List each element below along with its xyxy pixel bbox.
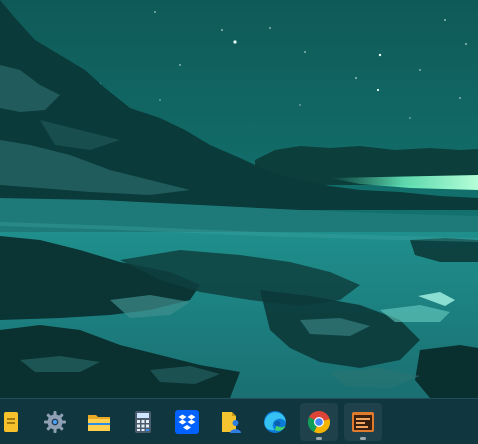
- running-indicator: [316, 437, 322, 440]
- user-documents-icon: [222, 412, 241, 433]
- media-window-icon: [352, 412, 374, 432]
- folder-icon: [88, 415, 110, 431]
- desktop-screen: [0, 0, 478, 444]
- calculator-icon: [135, 411, 151, 433]
- taskbar-app-documents-user[interactable]: [212, 403, 250, 441]
- taskbar-app-microsoft-edge[interactable]: [256, 403, 294, 441]
- desktop-wallpaper: [0, 0, 478, 398]
- taskbar-app-dropbox[interactable]: [168, 403, 206, 441]
- taskbar: [0, 398, 478, 444]
- taskbar-app-settings[interactable]: [36, 403, 74, 441]
- chrome-icon: [307, 411, 330, 434]
- taskbar-app-google-chrome[interactable]: [300, 403, 338, 441]
- edge-icon: [264, 411, 286, 433]
- gear-icon: [44, 411, 66, 433]
- taskbar-app-media-app[interactable]: [344, 403, 382, 441]
- running-indicator: [360, 437, 366, 440]
- dropbox-icon: [175, 410, 199, 434]
- note-icon: [4, 412, 18, 432]
- taskbar-app-file-explorer[interactable]: [80, 403, 118, 441]
- taskbar-app-sticky-notes[interactable]: [0, 403, 30, 441]
- taskbar-app-calculator[interactable]: [124, 403, 162, 441]
